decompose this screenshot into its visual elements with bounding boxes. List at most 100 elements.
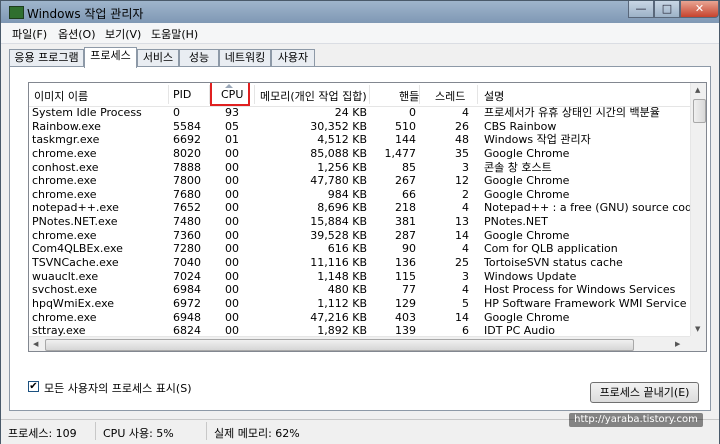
menu-options[interactable]: 옵션(O) [58,26,95,42]
cell-pid: 7680 [173,187,201,201]
cell-memory: 1,112 KB [317,296,367,310]
maximize-button[interactable]: □ [654,1,680,18]
column-memory[interactable]: 메모리(개인 작업 집합) [260,88,367,104]
cell-memory: 1,148 KB [317,269,367,283]
table-row[interactable]: PNotes.NET.exe 7480 00 15,884 KB 381 13 PNotes… [29,215,690,229]
table-row[interactable]: svchost.exe 6984 00 480 KB 77 4 Host Process f… [29,283,690,297]
cell-threads: 25 [455,256,469,270]
cell-handles: 0 [409,106,416,119]
process-rows: System Idle Process 0 93 24 KB 0 4 프로세서가 유휴 상태… [29,106,690,351]
column-image-name[interactable]: 이미지 이름 [34,88,88,104]
scroll-down-icon[interactable]: ▼ [695,325,700,333]
table-row[interactable]: chrome.exe 7680 00 984 KB 66 2 Google Chrome [29,188,690,202]
table-row[interactable]: hpqWmiEx.exe 6972 00 1,112 KB 129 5 HP Softwar… [29,297,690,311]
cell-cpu: 01 [225,133,239,147]
scroll-right-icon[interactable]: ▶ [675,340,680,348]
tab-processes[interactable]: 프로세스 [84,47,137,68]
cell-handles: 77 [402,283,416,297]
cell-handles: 218 [395,201,416,215]
cell-description: 프로세서가 유휴 상태인 시간의 백분율 [484,106,660,119]
scroll-left-icon[interactable]: ◀ [33,340,38,348]
menu-file[interactable]: 파일(F) [12,26,47,42]
cell-cpu: 00 [225,174,239,188]
cell-cpu: 05 [225,119,239,133]
cell-description: Com for QLB application [484,242,618,256]
tab-services[interactable]: 서비스 [137,49,179,67]
column-description[interactable]: 설명 [484,88,504,104]
table-row[interactable]: taskmgr.exe 6692 01 4,512 KB 144 48 Windows 작업… [29,133,690,147]
cell-handles: 144 [395,133,416,147]
cell-pid: 7652 [173,201,201,215]
table-row[interactable]: System Idle Process 0 93 24 KB 0 4 프로세서가 유휴 상태… [29,106,690,120]
cell-threads: 4 [462,283,469,297]
menu-bar: 파일(F) 옵션(O) 보기(V) 도움말(H) [1,23,719,44]
cell-memory: 4,512 KB [317,133,367,147]
vertical-scrollbar[interactable]: ▲ ▼ [690,83,706,336]
show-all-users-label[interactable]: 모든 사용자의 프로세스 표시(S) [44,380,192,396]
table-row[interactable]: notepad++.exe 7652 00 8,696 KB 218 4 Notepad++… [29,201,690,215]
minimize-button[interactable]: — [628,1,654,18]
column-threads[interactable]: 스레드 [435,88,465,104]
cell-image-name: Rainbow.exe [32,119,101,133]
cell-pid: 6692 [173,133,201,147]
close-button[interactable]: ✕ [680,1,719,18]
table-row[interactable]: TSVNCache.exe 7040 00 11,116 KB 136 25 Tortois… [29,256,690,270]
menu-view[interactable]: 보기(V) [105,26,141,42]
cell-pid: 7360 [173,228,201,242]
cell-handles: 403 [395,310,416,324]
cell-memory: 480 KB [327,283,367,297]
table-row[interactable]: chrome.exe 6948 00 47,216 KB 403 14 Google Chr… [29,311,690,325]
cell-image-name: System Idle Process [32,106,142,119]
cell-image-name: taskmgr.exe [32,133,100,147]
process-list[interactable]: 이미지 이름 PID CPU 메모리(개인 작업 집합) 핸들 스레드 설명 S… [28,82,707,352]
cell-memory: 616 KB [327,242,367,256]
cpu-column-highlight [210,83,250,106]
horizontal-scrollbar[interactable]: ◀ ▶ [29,336,690,351]
table-row[interactable]: Rainbow.exe 5584 05 30,352 KB 510 26 CBS Rainb… [29,120,690,134]
table-row[interactable]: Com4QLBEx.exe 7280 00 616 KB 90 4 Com for QLB … [29,242,690,256]
cell-cpu: 00 [225,201,239,215]
cell-handles: 510 [395,119,416,133]
cell-threads: 4 [462,106,469,119]
cell-pid: 5584 [173,119,201,133]
cell-image-name: wuauclt.exe [32,269,99,283]
cell-memory: 1,256 KB [317,160,367,174]
cell-pid: 0 [173,106,180,119]
column-pid[interactable]: PID [173,88,191,101]
cell-handles: 129 [395,296,416,310]
cell-threads: 4 [462,201,469,215]
cell-pid: 6948 [173,310,201,324]
scroll-up-icon[interactable]: ▲ [695,86,700,94]
window-title: Windows 작업 관리자 [27,7,144,21]
table-row[interactable]: chrome.exe 8020 00 85,088 KB 1,477 35 Google C… [29,147,690,161]
table-row[interactable]: chrome.exe 7800 00 47,780 KB 267 12 Google Chr… [29,174,690,188]
cell-image-name: TSVNCache.exe [32,256,119,270]
cell-pid: 7800 [173,174,201,188]
table-row[interactable]: chrome.exe 7360 00 39,528 KB 287 14 Google Chr… [29,229,690,243]
vertical-scroll-thumb[interactable] [693,99,706,123]
status-memory-usage: 실제 메모리: 62% [214,427,300,440]
tab-performance[interactable]: 성능 [179,49,219,67]
end-process-button[interactable]: 프로세스 끝내기(E) [590,382,699,403]
cell-threads: 5 [462,296,469,310]
cell-threads: 3 [462,160,469,174]
cell-image-name: hpqWmiEx.exe [32,296,115,310]
cell-image-name: chrome.exe [32,310,97,324]
tab-networking[interactable]: 네트워킹 [219,49,271,67]
cell-image-name: Com4QLBEx.exe [32,242,123,256]
cell-handles: 90 [402,242,416,256]
cell-cpu: 00 [225,228,239,242]
horizontal-scroll-thumb[interactable] [45,339,634,351]
tab-applications[interactable]: 응용 프로그램 [9,49,84,67]
cell-cpu: 00 [225,296,239,310]
column-handles[interactable]: 핸들 [399,88,419,104]
cell-handles: 1,477 [384,146,417,160]
cell-memory: 39,528 KB [310,228,367,242]
show-all-users-checkbox[interactable]: ✔ [28,381,39,392]
title-bar[interactable]: Windows 작업 관리자 — □ ✕ [1,1,719,23]
table-row[interactable]: conhost.exe 7888 00 1,256 KB 85 3 콘솔 창 호스트 [29,161,690,175]
cell-pid: 7024 [173,269,201,283]
tab-users[interactable]: 사용자 [271,49,315,67]
table-row[interactable]: wuauclt.exe 7024 00 1,148 KB 115 3 Windows Upd… [29,270,690,284]
menu-help[interactable]: 도움말(H) [151,26,198,42]
